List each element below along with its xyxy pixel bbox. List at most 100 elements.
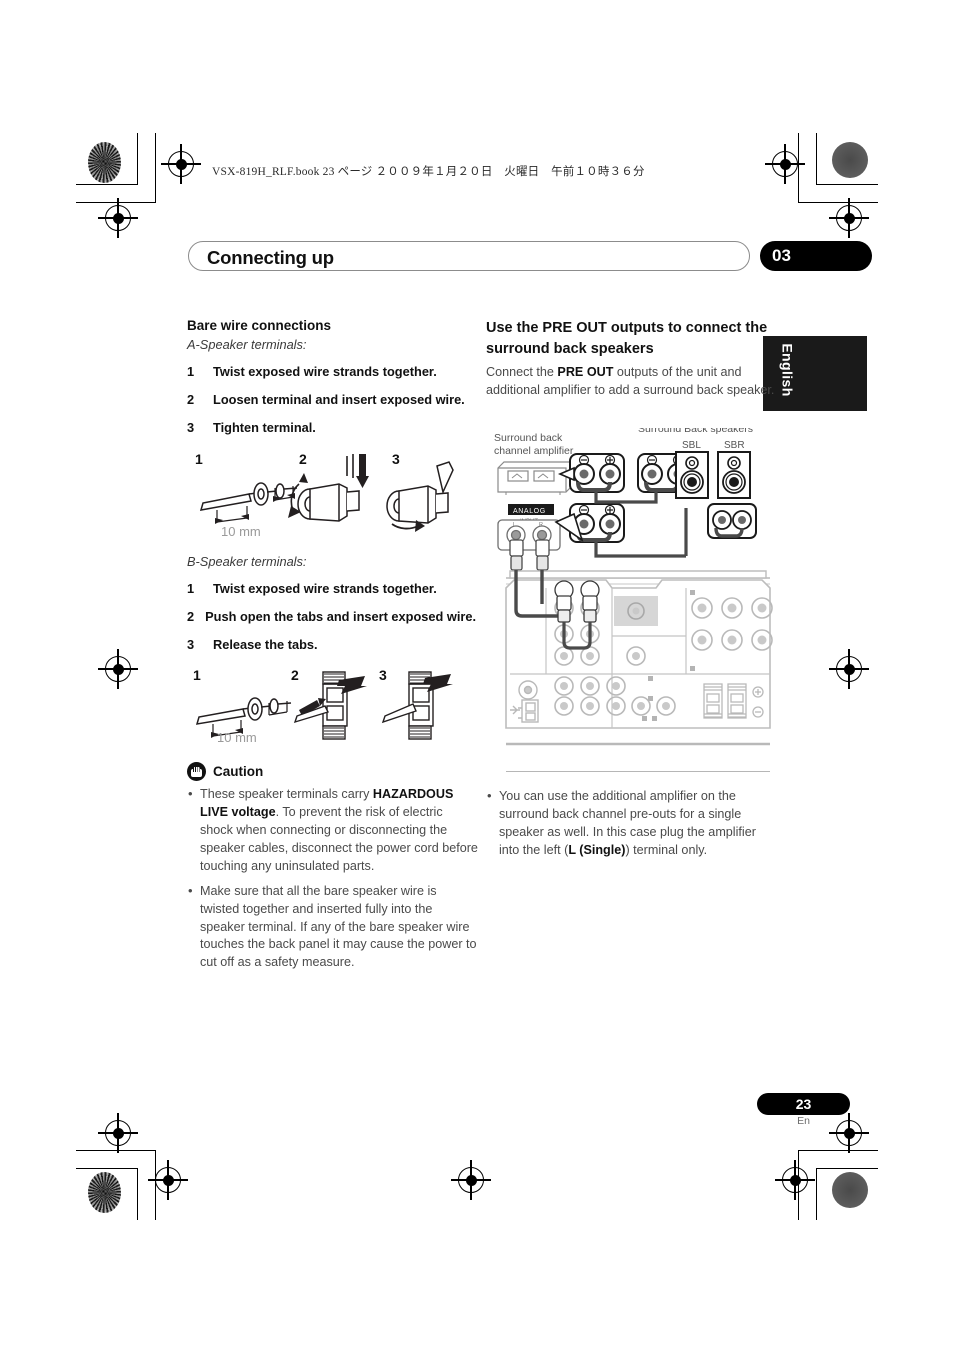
right-section-heading: Use the PRE OUT outputs to connect the s…: [486, 320, 768, 357]
crop-line-bottom-right-h2: [798, 1150, 878, 1152]
page-language-code: En: [797, 1115, 810, 1127]
step-text: Push open the tabs and insert exposed wi…: [205, 608, 477, 624]
page-title: Connecting up: [207, 247, 334, 268]
crop-line-top-left-h: [76, 184, 138, 186]
step-text: Release the tabs.: [213, 637, 318, 653]
note-bullet: You can use the additional amplifier on …: [486, 787, 778, 860]
page-number-badge: 23: [757, 1093, 850, 1115]
registration-mark-left-upper: [98, 198, 138, 238]
language-tab: English: [763, 336, 867, 411]
crop-line-top-left-h2: [76, 202, 156, 204]
registration-mark-bottom-left: [148, 1160, 188, 1200]
caution-bullet: These speaker terminals carry HAZARDOUS …: [187, 785, 479, 875]
right-intro-paragraph: Connect the PRE OUT outputs of the unit …: [486, 364, 778, 400]
right-column-notes: You can use the additional amplifier on …: [486, 787, 778, 867]
step-number: 3: [187, 420, 195, 436]
caution-text-pre: Make sure that all the bare speaker wire…: [200, 883, 477, 970]
steps-list-b: 1 Twist exposed wire strands together. 2P…: [187, 580, 479, 654]
crop-line-bottom-right-v: [816, 1168, 818, 1220]
figure-b-step-3-label: 3: [379, 667, 387, 683]
step-item: 2 Push open the tabs and insert exposed w…: [187, 608, 479, 625]
intro-text-bold: PRE OUT: [557, 365, 614, 380]
figure-a-step-2-label: 2: [299, 451, 307, 467]
step-number: 1: [187, 363, 195, 379]
pre-out-terminal-pod: [707, 503, 757, 539]
chapter-title-bar: Connecting up: [188, 241, 750, 271]
step-number: 3: [187, 637, 195, 653]
figure-b-step-1-label: 1: [193, 667, 201, 683]
step-number: 2: [187, 608, 195, 624]
crop-line-top-left-v2: [155, 133, 157, 203]
speaker-terminal-pod-left: [569, 453, 625, 493]
crop-line-bottom-left-v: [137, 1168, 139, 1220]
step-text: Tighten terminal.: [213, 420, 316, 436]
crop-line-top-right-v: [816, 133, 818, 185]
note-text-post: ) terminal only.: [625, 842, 708, 857]
caution-bullet-list: These speaker terminals carry HAZARDOUS …: [187, 785, 479, 972]
registration-mark-bottom-center: [451, 1160, 491, 1200]
crop-line-top-left-v: [137, 133, 139, 185]
figure-b-speaker-terminals: 10 mm 1 2 3: [187, 664, 479, 746]
registration-mark-bottom-right: [775, 1160, 815, 1200]
diagram-divider: [506, 771, 770, 773]
crop-line-bottom-left-h: [76, 1168, 138, 1170]
dimension-label-b: 10 mm: [217, 730, 257, 745]
page-number: 23: [795, 1096, 812, 1112]
subtitle-b-speaker-terminals: B-Speaker terminals:: [187, 553, 307, 569]
caution-title: Caution: [213, 764, 264, 780]
note-bullet-list: You can use the additional amplifier on …: [486, 787, 778, 860]
halftone-target-top-left: [88, 142, 121, 183]
label-amplifier-line2: channel amplifier: [494, 445, 574, 457]
crop-line-top-right-h: [816, 184, 878, 186]
note-text-bold: L (Single): [568, 842, 626, 857]
label-surround-back-speakers: Surround Back speakers: [638, 428, 753, 435]
label-jack-l: L: [513, 522, 516, 528]
registration-mark-top-left: [161, 144, 201, 184]
registration-mark-left-middle: [98, 649, 138, 689]
step-text: Twist exposed wire strands together.: [213, 363, 437, 379]
left-column: Bare wire connections A-Speaker terminal…: [187, 318, 479, 979]
step-number: 1: [187, 580, 195, 596]
steps-list-a: 1 Twist exposed wire strands together. 2 L…: [187, 363, 479, 437]
label-sbr: SBR: [724, 440, 745, 451]
crop-line-bottom-right-h: [816, 1168, 878, 1170]
print-imprint-line: VSX-819H_RLF.book 23 ページ ２００９年１月２０日 火曜日 …: [212, 166, 645, 178]
hand-caution-icon: [187, 762, 206, 782]
crop-line-bottom-left-h2: [76, 1150, 156, 1152]
halftone-target-top-right: [832, 142, 868, 178]
right-column: Use the PRE OUT outputs to connect the s…: [486, 318, 778, 408]
halftone-target-bottom-left: [88, 1172, 121, 1213]
step-text: Loosen terminal and insert exposed wire.: [213, 392, 465, 408]
intro-text-pre: Connect the: [486, 365, 558, 380]
figure-a-speaker-terminals: 10 mm 1 2 3: [187, 448, 479, 540]
chapter-number: 03: [772, 246, 791, 265]
caution-header: Caution: [187, 762, 479, 782]
crop-line-top-right-v2: [798, 133, 800, 203]
registration-mark-right-upper: [829, 198, 869, 238]
receiver-rear-panel: [505, 570, 773, 746]
figure-a-step-3-label: 3: [392, 451, 400, 467]
halftone-target-bottom-right: [832, 1172, 868, 1208]
label-amplifier-line1: Surround back: [494, 432, 563, 444]
manual-page: VSX-819H_RLF.book 23 ページ ２００９年１月２０日 火曜日 …: [0, 0, 954, 1350]
speaker-sbr: [717, 451, 751, 499]
label-sbl: SBL: [682, 440, 701, 451]
section-title-bare-wire: Bare wire connections: [187, 318, 332, 333]
figure-a-step-1-label: 1: [195, 451, 203, 467]
connection-diagram: Surround back channel amplifier Surround…: [486, 423, 786, 778]
step-item: 1 Twist exposed wire strands together.: [187, 580, 479, 597]
subtitle-a-speaker-terminals: A-Speaker terminals:: [187, 336, 307, 352]
caution-text-pre: These speaker terminals carry: [200, 787, 373, 802]
registration-mark-left-lower: [98, 1113, 138, 1153]
label-jack-r: R: [539, 522, 543, 528]
speaker-sbl: [675, 451, 709, 499]
step-item: 1 Twist exposed wire strands together.: [187, 363, 479, 380]
step-text: Twist exposed wire strands together.: [213, 580, 437, 596]
dimension-label-a: 10 mm: [221, 524, 261, 539]
step-number: 2: [187, 392, 195, 408]
language-tab-label: English: [779, 343, 796, 397]
step-item: 3 Release the tabs.: [187, 636, 479, 653]
figure-b-step-2-label: 2: [291, 667, 299, 683]
registration-mark-right-middle: [829, 649, 869, 689]
chapter-number-badge: 03: [760, 241, 872, 271]
